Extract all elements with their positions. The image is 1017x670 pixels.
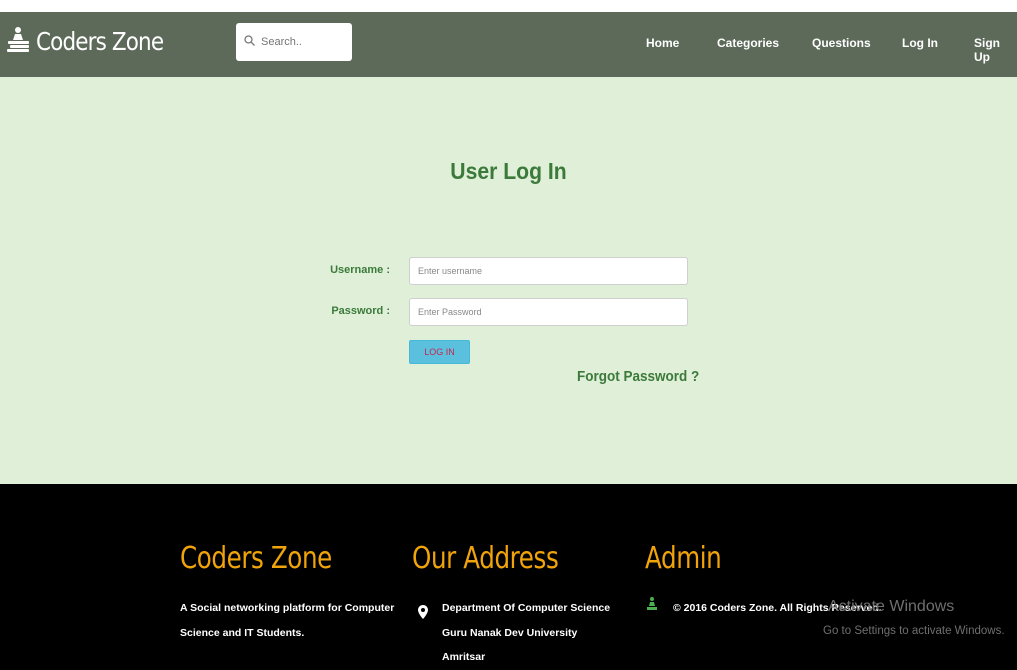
footer-address-line1: Department Of Computer Science bbox=[442, 602, 611, 614]
activate-windows-title: Activate Windows bbox=[828, 598, 955, 615]
admin-chess-icon bbox=[647, 597, 657, 615]
footer-about-line1: A Social networking platform for Compute… bbox=[180, 602, 395, 614]
footer-about-line2: Science and IT Students. bbox=[180, 627, 305, 639]
footer-about-heading: Coders Zone bbox=[180, 541, 332, 576]
coders-zone-logo-icon bbox=[6, 26, 32, 57]
nav-categories[interactable]: Categories bbox=[717, 36, 779, 50]
footer-admin-heading: Admin bbox=[645, 541, 722, 576]
login-section: User Log In Username : Password : LOG IN… bbox=[0, 77, 1017, 484]
username-input[interactable] bbox=[409, 257, 688, 285]
username-label: Username : bbox=[330, 264, 390, 276]
footer-address-heading: Our Address bbox=[412, 541, 559, 576]
forgot-password-link[interactable]: Forgot Password ? bbox=[577, 368, 699, 385]
nav-sign-up[interactable]: Sign Up bbox=[974, 36, 1017, 64]
footer-address-line2: Guru Nanak Dev University bbox=[442, 627, 578, 639]
activate-windows-subtitle: Go to Settings to activate Windows. bbox=[823, 625, 1005, 637]
brand-name: Coders Zone bbox=[36, 27, 164, 56]
nav-log-in[interactable]: Log In bbox=[902, 36, 938, 50]
page-title: User Log In bbox=[450, 158, 567, 184]
password-label: Password : bbox=[331, 305, 390, 317]
search-box[interactable] bbox=[236, 23, 352, 61]
footer-address-line3: Amritsar bbox=[442, 651, 486, 663]
nav-questions[interactable]: Questions bbox=[812, 36, 871, 50]
login-button[interactable]: LOG IN bbox=[409, 340, 470, 364]
nav-home[interactable]: Home bbox=[646, 36, 679, 50]
password-input[interactable] bbox=[409, 298, 688, 326]
brand-logo[interactable]: Coders Zone bbox=[6, 26, 184, 57]
top-strip bbox=[0, 0, 1017, 12]
search-input[interactable] bbox=[259, 35, 343, 49]
navbar: Coders Zone Home Categories Questions Lo… bbox=[0, 12, 1017, 77]
map-pin-icon bbox=[418, 605, 428, 624]
search-icon bbox=[244, 33, 255, 51]
